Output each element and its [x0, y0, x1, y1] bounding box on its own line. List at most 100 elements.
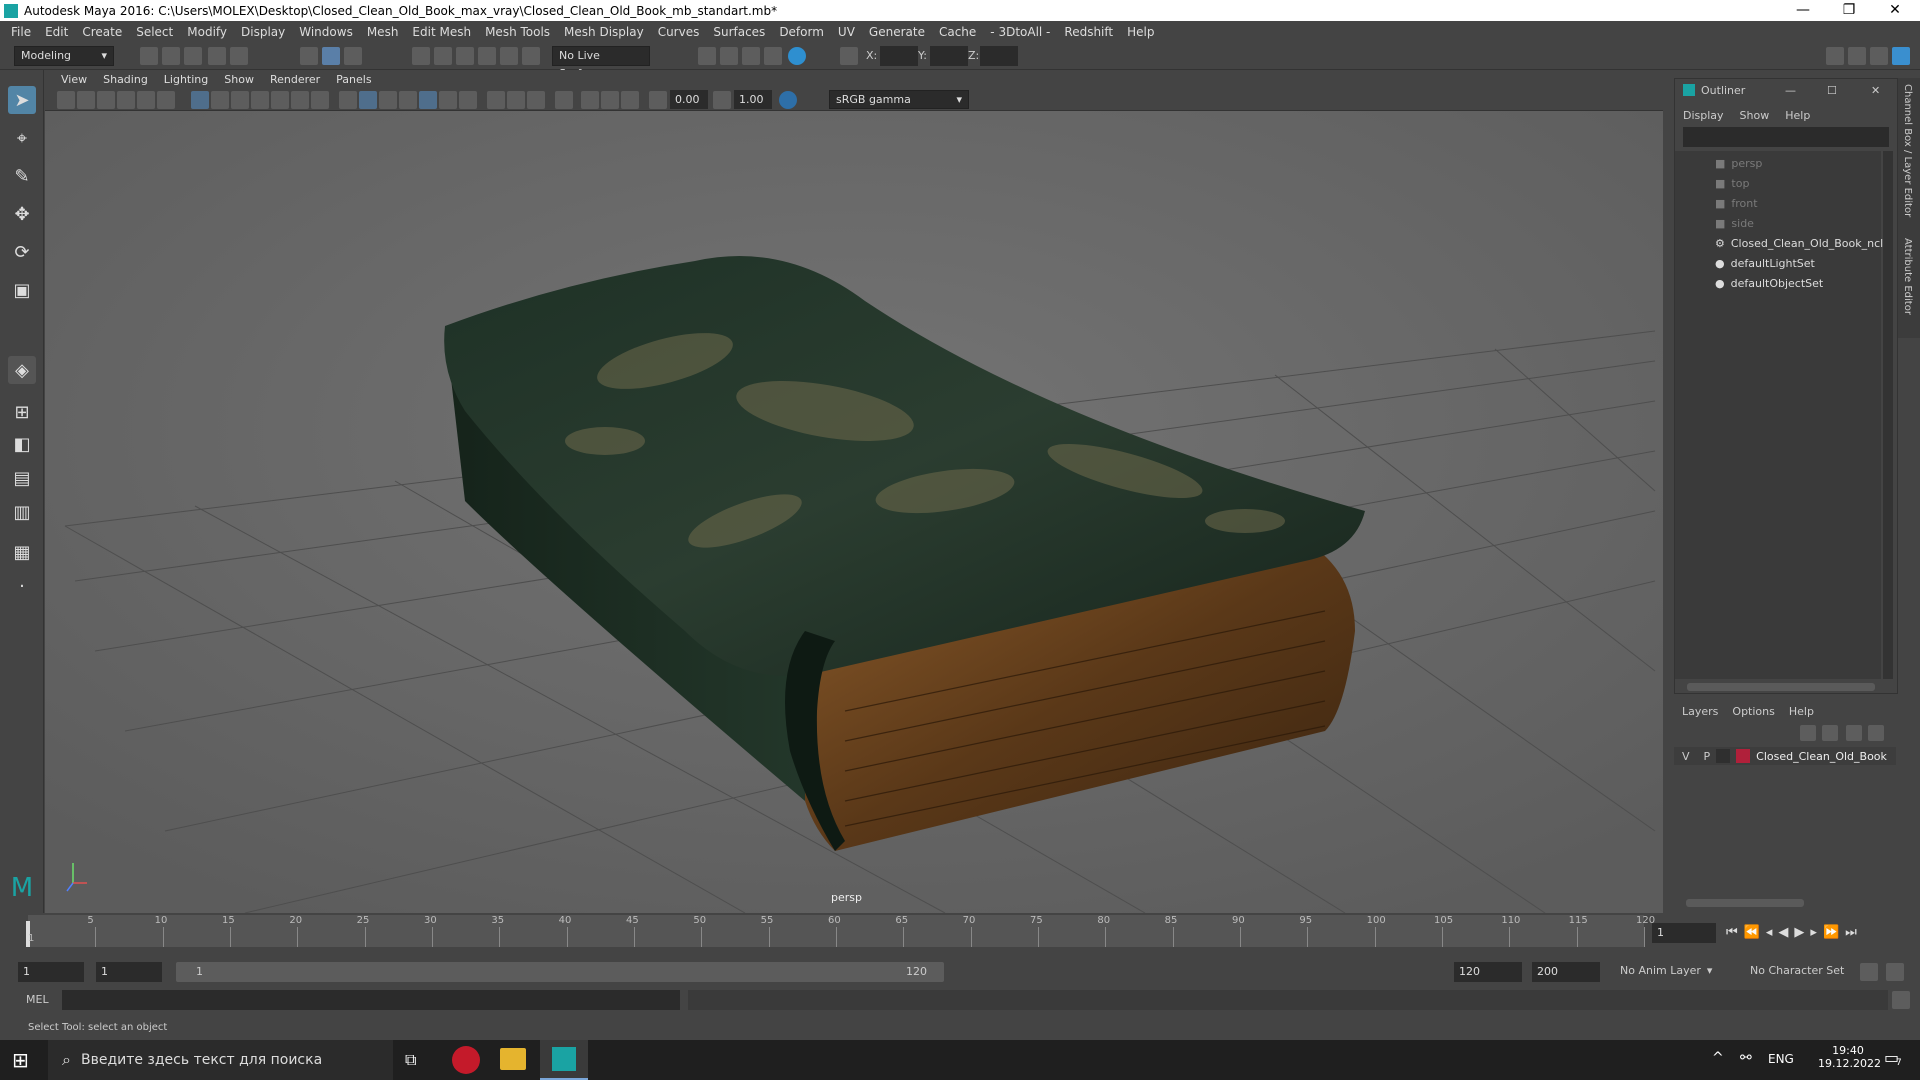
range-slider[interactable]: 1 120: [176, 962, 944, 982]
four-view-layout-icon[interactable]: ⊞: [8, 398, 36, 426]
render-current-icon[interactable]: [698, 47, 716, 65]
snap-grid-icon[interactable]: [412, 47, 430, 65]
panel-menu-view[interactable]: View: [53, 73, 95, 86]
safe-action-icon[interactable]: [291, 91, 309, 109]
safe-title-icon[interactable]: [311, 91, 329, 109]
film-gate-icon[interactable]: [211, 91, 229, 109]
scale-tool-icon[interactable]: ▣: [8, 276, 36, 304]
open-scene-icon[interactable]: [162, 47, 180, 65]
outliner-menu-display[interactable]: Display: [1683, 109, 1724, 122]
menu-windows[interactable]: Windows: [292, 25, 360, 39]
menu-surfaces[interactable]: Surfaces: [706, 25, 772, 39]
layer-menu-options[interactable]: Options: [1732, 705, 1774, 718]
panel-menu-panels[interactable]: Panels: [328, 73, 379, 86]
undo-icon[interactable]: [208, 47, 226, 65]
select-object-icon[interactable]: [322, 47, 340, 65]
auto-key-icon[interactable]: [1860, 963, 1878, 981]
exposure-icon[interactable]: [649, 91, 667, 109]
move-tool-icon[interactable]: ✥: [8, 200, 36, 228]
play-forwards-icon[interactable]: ▶: [1794, 925, 1804, 940]
exposure-field[interactable]: 0.00: [670, 90, 708, 109]
menu-select[interactable]: Select: [129, 25, 180, 39]
select-hierarchy-icon[interactable]: [300, 47, 318, 65]
outliner-vertical-scrollbar[interactable]: [1883, 151, 1893, 679]
mel-label[interactable]: MEL: [26, 993, 49, 1006]
resolution-gate-icon[interactable]: [231, 91, 249, 109]
menu-create[interactable]: Create: [75, 25, 129, 39]
layer-color-swatch[interactable]: [1736, 749, 1751, 763]
windows-start-icon[interactable]: ⊞: [12, 1048, 29, 1072]
attribute-editor-toggle-icon[interactable]: [1848, 47, 1866, 65]
opera-browser-icon[interactable]: [452, 1046, 480, 1074]
step-forward-frame-icon[interactable]: ▸: [1810, 925, 1817, 940]
outliner-close-button[interactable]: ✕: [1871, 84, 1880, 97]
wireframe-on-shaded-icon[interactable]: [399, 91, 417, 109]
lasso-tool-icon[interactable]: ⌖: [8, 124, 36, 152]
move-layer-up-icon[interactable]: [1800, 725, 1816, 741]
render-view-icon[interactable]: [788, 47, 806, 65]
anim-layer-dropdown[interactable]: No Anim Layer ▾: [1620, 964, 1712, 977]
animation-start-field[interactable]: 1: [18, 962, 84, 982]
menu-curves[interactable]: Curves: [651, 25, 707, 39]
layer-menu-layers[interactable]: Layers: [1682, 705, 1718, 718]
animation-preferences-icon[interactable]: [1886, 963, 1904, 981]
panel-menu-shading[interactable]: Shading: [95, 73, 156, 86]
modeling-toolkit-icon[interactable]: [1826, 47, 1844, 65]
play-backwards-icon[interactable]: ◀: [1778, 925, 1788, 940]
gamma-icon[interactable]: [713, 91, 731, 109]
camera-select-icon[interactable]: [57, 91, 75, 109]
character-set-dropdown[interactable]: No Character Set: [1750, 964, 1844, 977]
layer-visibility-toggle[interactable]: V: [1682, 750, 1690, 763]
mel-input[interactable]: [62, 990, 680, 1010]
persp-outliner-layout-icon[interactable]: ◧: [8, 430, 36, 458]
screen-space-ao-icon[interactable]: [487, 91, 505, 109]
menu-deform[interactable]: Deform: [772, 25, 831, 39]
outliner-horizontal-scrollbar[interactable]: [1687, 683, 1875, 691]
menu-uv[interactable]: UV: [831, 25, 862, 39]
field-chart-icon[interactable]: [271, 91, 289, 109]
xray-joints-icon[interactable]: [601, 91, 619, 109]
smooth-shade-icon[interactable]: [359, 91, 377, 109]
snap-vertex-icon[interactable]: [522, 47, 540, 65]
animation-end-field[interactable]: 200: [1532, 962, 1600, 982]
outliner-menu-help[interactable]: Help: [1785, 109, 1810, 122]
outliner-minimize-button[interactable]: —: [1785, 84, 1796, 97]
grease-pencil-icon[interactable]: [157, 91, 175, 109]
tab-attribute-editor[interactable]: Attribute Editor: [1902, 238, 1913, 315]
tab-channel-box[interactable]: Channel Box / Layer Editor: [1902, 84, 1913, 217]
snap-surface-icon[interactable]: [500, 47, 518, 65]
menu-3dtoall[interactable]: - 3DtoAll -: [983, 25, 1057, 39]
snap-curve-icon[interactable]: [434, 47, 452, 65]
step-back-frame-icon[interactable]: ◂: [1766, 925, 1773, 940]
menu-edit[interactable]: Edit: [38, 25, 75, 39]
y-coordinate-field[interactable]: [930, 46, 968, 66]
new-layer-icon[interactable]: [1846, 725, 1862, 741]
menu-redshift[interactable]: Redshift: [1057, 25, 1120, 39]
go-to-end-icon[interactable]: ⏭: [1845, 925, 1857, 940]
single-perspective-layout-icon[interactable]: ◈: [8, 356, 36, 384]
playback-end-field[interactable]: 120: [1454, 962, 1522, 982]
step-back-key-icon[interactable]: ⏪: [1744, 925, 1760, 940]
outliner-item-front[interactable]: ■ front: [1715, 197, 1758, 210]
outliner-maximize-button[interactable]: ☐: [1827, 84, 1837, 97]
color-management-icon[interactable]: [779, 91, 797, 109]
menu-cache[interactable]: Cache: [932, 25, 983, 39]
network-icon[interactable]: ⚯: [1740, 1050, 1752, 1066]
hypershade-icon[interactable]: [764, 47, 782, 65]
xray-icon[interactable]: [581, 91, 599, 109]
menu-mesh-tools[interactable]: Mesh Tools: [478, 25, 557, 39]
outliner-item-side[interactable]: ■ side: [1715, 217, 1754, 230]
layer-row[interactable]: V P Closed_Clean_Old_Book: [1674, 747, 1896, 765]
move-layer-down-icon[interactable]: [1822, 725, 1838, 741]
minimize-button[interactable]: —: [1780, 0, 1826, 21]
clock[interactable]: 19:40 19.12.2022: [1818, 1044, 1881, 1070]
outliner-item-light-set[interactable]: ● defaultLightSet: [1715, 257, 1815, 270]
new-layer-selected-icon[interactable]: [1868, 725, 1884, 741]
x-coordinate-field[interactable]: [880, 46, 918, 66]
xray-components-icon[interactable]: [621, 91, 639, 109]
live-surface-field[interactable]: No Live Surface: [552, 46, 650, 80]
new-scene-icon[interactable]: [140, 47, 158, 65]
close-button[interactable]: ✕: [1872, 0, 1918, 21]
outliner-menu-show[interactable]: Show: [1740, 109, 1770, 122]
file-explorer-icon[interactable]: [500, 1048, 526, 1070]
